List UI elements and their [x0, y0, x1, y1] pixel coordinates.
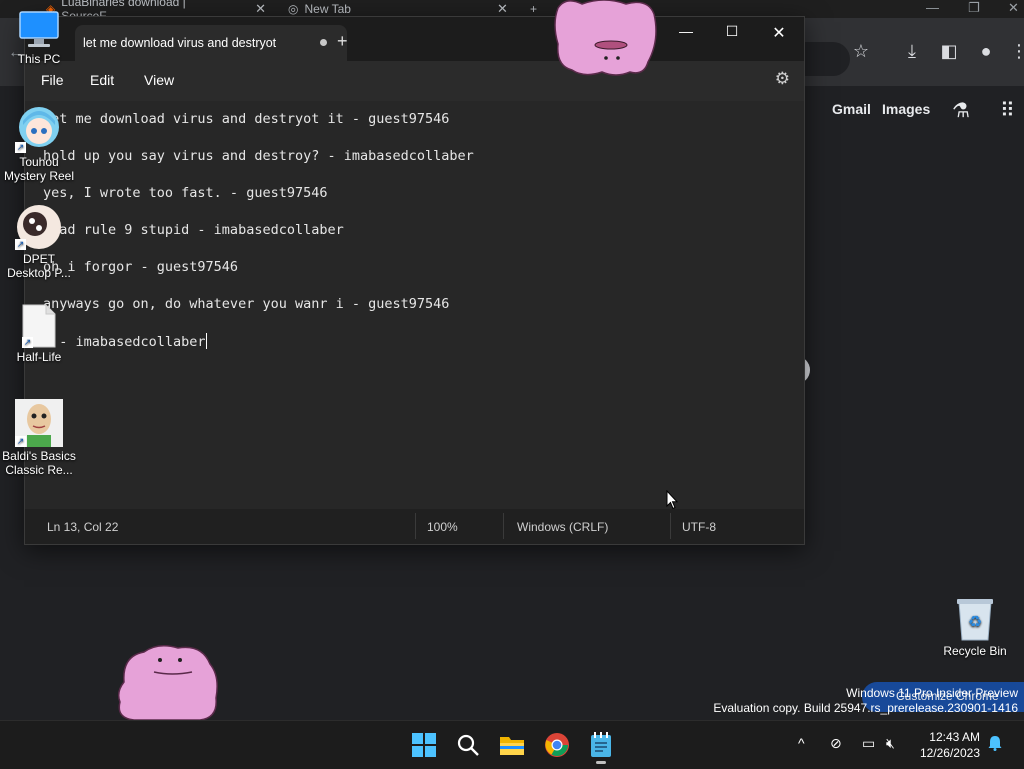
desktop-icon-recycle-bin[interactable]: ♻ Recycle Bin [936, 596, 1014, 658]
status-divider [415, 513, 416, 539]
display-icon[interactable]: ▭ [862, 735, 875, 752]
menu-file[interactable]: File [41, 72, 64, 88]
notepad-tab-title: let me download virus and destryot [83, 36, 277, 50]
notepad-window: let me download virus and destryot + — ☐… [24, 16, 805, 545]
desktop-icon-this-pc[interactable]: This PC [0, 10, 78, 66]
encoding[interactable]: UTF-8 [682, 520, 716, 534]
text-line: yes, I wrote too fast. - guest97546 [43, 185, 328, 201]
notepad-statusbar: Ln 13, Col 22 100% Windows (CRLF) UTF-8 [25, 509, 804, 544]
download-icon[interactable]: ⤓ [901, 40, 923, 62]
desktop-icon-label: DPET Desktop P... [7, 252, 71, 280]
close-icon[interactable]: ✕ [756, 23, 802, 43]
desktop-icon-label: Baldi's Basics Classic Re... [2, 449, 76, 477]
labs-flask-icon[interactable]: ⚗ [952, 98, 970, 123]
menu-view[interactable]: View [144, 72, 174, 88]
dpet-icon: ↗ [15, 204, 63, 250]
start-icon[interactable] [410, 731, 438, 759]
desktop-icon-touhou[interactable]: ↗ Touhou Mystery Reel [0, 105, 78, 183]
tray-chevron-up-icon[interactable]: ^ [798, 735, 805, 751]
desktop-icon-label: Recycle Bin [943, 644, 1007, 658]
desktop-icon-half-life[interactable]: ↗ Half-Life [0, 304, 78, 364]
line-ending[interactable]: Windows (CRLF) [517, 520, 608, 534]
minimize-icon[interactable]: — [926, 0, 939, 15]
gmail-link[interactable]: Gmail [832, 101, 871, 117]
more-menu-icon[interactable]: ⋮ [1008, 40, 1024, 62]
chrome-tab-icon: ◎ [288, 2, 299, 16]
svg-text:♻: ♻ [968, 612, 982, 631]
search-icon[interactable] [454, 731, 482, 759]
desktop-icon-baldi[interactable]: ↗ Baldi's Basics Classic Re... [0, 399, 78, 477]
taskbar: ^ ⊘ ▭ 🔇︎ 12:43 AM 12/26/2023 [0, 720, 1024, 769]
star-icon[interactable]: ☆ [850, 40, 872, 62]
settings-gear-icon[interactable]: ⚙ [775, 69, 790, 89]
notepad-menubar: File Edit View ⚙ [25, 61, 804, 101]
ditto-mascot-top[interactable] [552, 0, 658, 83]
notification-bell-icon[interactable] [988, 735, 1002, 754]
notepad-text-area[interactable]: let me download virus and destryot it - … [25, 101, 804, 509]
text-caret [205, 333, 207, 349]
shortcut-arrow-icon: ↗ [15, 436, 26, 447]
network-disconnected-icon[interactable]: ⊘ [830, 735, 842, 752]
watermark-line-1: Windows 11 Pro Insider Preview [846, 686, 1018, 700]
menu-edit[interactable]: Edit [90, 72, 114, 88]
chrome-tab-title: New Tab [304, 2, 351, 16]
text-line: anyways go on, do whatever you wanr i - … [43, 296, 450, 312]
restore-icon[interactable]: ❐ [968, 0, 980, 16]
chrome-icon[interactable] [543, 731, 571, 759]
windows-watermark: Windows 11 Pro Insider Preview Evaluatio… [713, 686, 1018, 716]
text-line: hold up you say virus and destroy? - ima… [43, 148, 474, 164]
minimize-icon[interactable]: — [663, 23, 709, 39]
desktop-icon-label: Half-Life [16, 350, 62, 364]
clock-date: 12/26/2023 [919, 746, 980, 760]
blank-file-icon: ↗ [22, 304, 56, 348]
clock-time: 12:43 AM [929, 730, 980, 744]
running-indicator [596, 761, 606, 764]
sidepanel-icon[interactable]: ◧ [938, 40, 960, 62]
profile-icon[interactable]: ● [975, 40, 997, 62]
desktop-icon-label: Touhou Mystery Reel [3, 155, 74, 183]
taskbar-clock[interactable]: 12:43 AM 12/26/2023 [920, 729, 980, 761]
plus-icon: + [530, 2, 538, 16]
text-line: let me download virus and destryot it - … [43, 111, 450, 127]
maximize-icon[interactable]: ☐ [709, 23, 755, 40]
status-divider [503, 513, 504, 539]
watermark-line-2: Evaluation copy. Build 25947.rs_prerelea… [713, 701, 1018, 715]
computer-icon [18, 10, 60, 50]
text-line: read rule 9 stupid - imabasedcollaber [43, 222, 344, 238]
notepad-icon[interactable] [587, 731, 615, 764]
apps-grid-icon[interactable]: ⠿ [1000, 98, 1015, 123]
ditto-mascot-bottom[interactable] [114, 642, 222, 727]
baldi-icon: ↗ [15, 399, 63, 447]
shortcut-arrow-icon: ↗ [22, 337, 33, 348]
desktop-icon-dpet[interactable]: ↗ DPET Desktop P... [0, 204, 78, 280]
desktop-icon-label: This PC [17, 52, 61, 66]
new-tab-plus-icon[interactable]: + [337, 31, 348, 52]
anime-character-icon: ↗ [15, 105, 63, 153]
close-icon[interactable]: ✕ [1008, 0, 1019, 16]
unsaved-dot-icon [320, 39, 327, 46]
recycle-bin-icon: ♻ [955, 596, 995, 642]
volume-muted-icon[interactable]: 🔇︎ [886, 735, 895, 752]
file-explorer-icon[interactable] [498, 731, 526, 759]
notepad-tab[interactable]: let me download virus and destryot [75, 25, 347, 61]
images-link[interactable]: Images [882, 101, 930, 117]
close-icon[interactable]: ✕ [255, 1, 266, 17]
zoom-level[interactable]: 100% [427, 520, 458, 534]
cursor-position: Ln 13, Col 22 [47, 520, 119, 534]
notepad-titlebar: let me download virus and destryot + — ☐… [25, 17, 804, 61]
mouse-cursor-icon [666, 489, 679, 515]
status-divider [670, 513, 671, 539]
close-icon[interactable]: ✕ [497, 1, 508, 17]
shortcut-arrow-icon: ↗ [15, 239, 26, 250]
shortcut-arrow-icon: ↗ [15, 142, 26, 153]
